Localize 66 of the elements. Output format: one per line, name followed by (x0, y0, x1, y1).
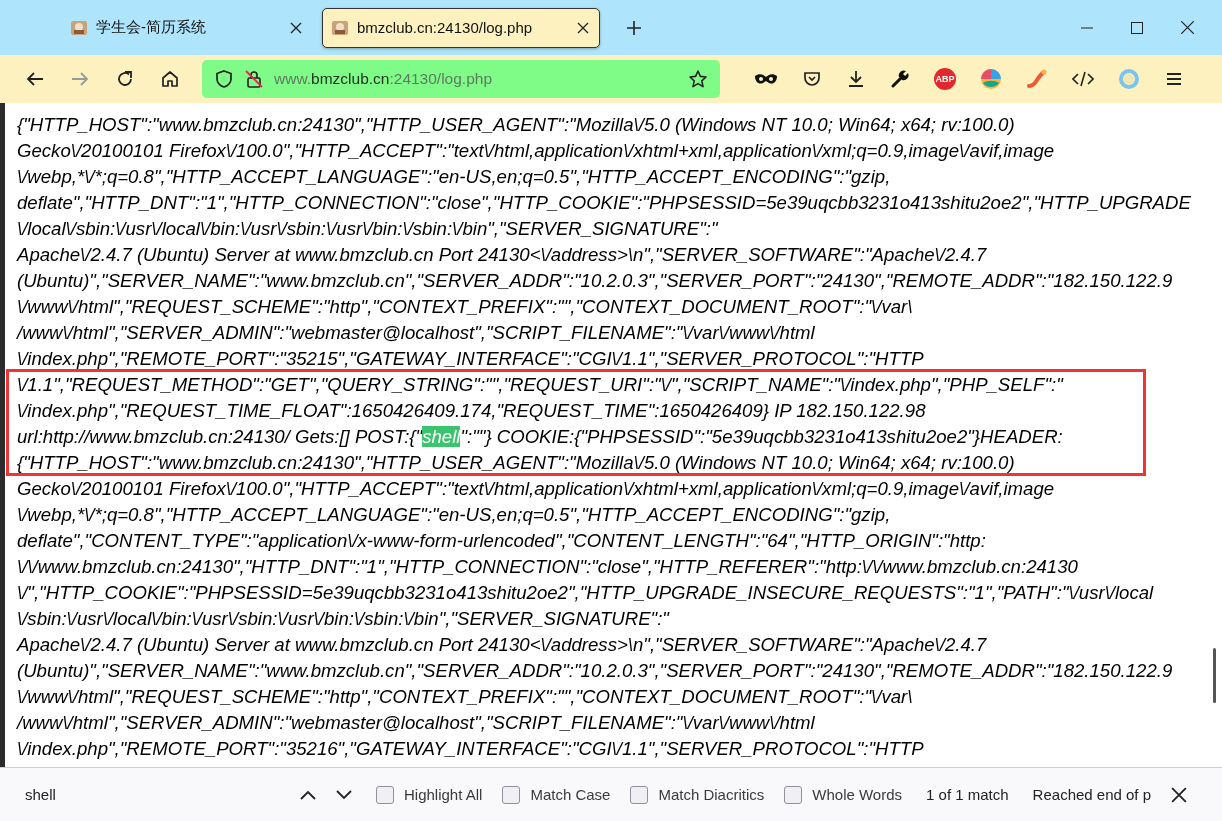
favicon-icon (331, 18, 349, 37)
search-match: shell (422, 426, 461, 447)
log-line: \/sbin:\/usr\/local\/bin:\/usr\/sbin:\/usr\/bin:\/sbin:\/bin","SERVER_SIGNATURE":" (17, 607, 671, 631)
log-line: ":""} COOKIE:{"PHPSESSID":"5e39uqcbb3231o413shitu2oe2"}HEADER: (460, 426, 1063, 447)
log-line: \/index.php","REQUEST_TIME_FLOAT":1650426409.174,"REQUEST_TIME":1650426409} IP 182.150.122.98 (17, 399, 927, 423)
insecure-lock-icon[interactable] (244, 69, 264, 89)
wrench-icon[interactable] (890, 69, 910, 89)
find-status: Reached end of p (1032, 786, 1152, 803)
mask-icon[interactable] (754, 72, 778, 86)
checkbox[interactable] (630, 785, 649, 804)
log-line: url:http://www.bmzclub.cn:24130/ Gets:[] POST:{" (17, 426, 423, 447)
log-line: deflate","HTTP_DNT":"1","HTTP_CONNECTION":"close","HTTP_COOKIE":"PHPSESSID=5e39uqcbb3231o413shitu2oe2","HTTP_UPGRADE (17, 191, 1192, 215)
close-icon[interactable] (290, 21, 302, 34)
option-label[interactable]: Whole Words (812, 786, 903, 803)
adblock-icon[interactable]: ABP (934, 68, 956, 90)
log-line: Gecko\/20100101 Firefox\/100.0","HTTP_ACCEPT":"text\/html,application\/xhtml+xml,application\/xml;q=0.9,image\/avif,image (17, 477, 1056, 501)
log-line: \/local\/sbin:\/usr\/local\/bin:\/usr\/sbin:\/usr\/bin:\/sbin:\/bin","SERVER_SIGNATURE":" (17, 217, 720, 241)
pocket-icon[interactable] (802, 69, 822, 89)
maximize-icon[interactable] (1131, 21, 1143, 34)
next-match-icon[interactable] (336, 789, 352, 800)
log-line: \/\/www.bmzclub.cn:24130","HTTP_DNT":"1","HTTP_CONNECTION":"close","HTTP_REFERER":"http:\/\/www.bmzclub.cn:24130 (17, 555, 1079, 579)
find-field[interactable]: shell (10, 780, 280, 809)
address-bar[interactable]: www.bmzclub.cn:24130/log.php (202, 60, 720, 98)
log-line: \/www\/html","REQUEST_SCHEME":"http","CONTEXT_PREFIX":"","CONTEXT_DOCUMENT_ROOT":"\/var\ (17, 295, 914, 319)
code-icon[interactable] (1072, 69, 1094, 89)
home-icon[interactable] (160, 69, 180, 89)
match-count: 1 of 1 match (926, 786, 1009, 803)
checkbox[interactable] (376, 785, 394, 804)
log-line: Apache\/2.4.7 (Ubuntu) Server at www.bmzclub.cn Port 24130<\/address>\n","SERVER_SOFTWARE":"Apache\/2.4.7 (17, 633, 988, 657)
log-line: (Ubuntu)","SERVER_NAME":"www.bmzclub.cn","SERVER_ADDR":"10.2.0.3","SERVER_PORT":"24130","REMOTE_ADDR":"182.150.122.9 (17, 269, 1174, 293)
url-text: www.bmzclub.cn:24130/log.php (274, 70, 494, 88)
log-line: deflate","CONTENT_TYPE":"application\/x-www-form-urlencoded","CONTENT_LENGTH":"64","HTTP_ORIGIN":"http: (17, 529, 987, 553)
option-label[interactable]: Match Case (530, 786, 611, 803)
log-line: \/webp,*\/*;q=0.8","HTTP_ACCEPT_LANGUAGE":"en-US,en;q=0.5","HTTP_ACCEPT_ENCODING":"gzip, (17, 503, 892, 527)
browser-tab[interactable]: 学生会-简历系统 (62, 7, 312, 48)
log-line: Gecko\/20100101 Firefox\/100.0","HTTP_ACCEPT":"text\/html,application\/xhtml+xml,application\/xml;q=0.9,image\/avif,image (17, 139, 1056, 163)
new-tab-icon[interactable] (626, 19, 642, 36)
log-line: \/index.php","REMOTE_PORT":"35215","GATEWAY_INTERFACE":"CGI\/1.1","SERVER_PROTOCOL":"HTTP (17, 347, 925, 371)
download-icon[interactable] (846, 69, 866, 89)
log-line: {"HTTP_HOST":"www.bmzclub.cn:24130","HTTP_USER_AGENT":"Mozilla\/5.0 (Windows NT 10.0; Win64; x64; rv:100.0) (17, 113, 1016, 137)
log-line: \/1.1","REQUEST_METHOD":"GET","QUERY_STRING":"","REQUEST_URI":"\/","SCRIPT_NAME":"\/index.php","PHP_SELF":" (17, 373, 1065, 397)
log-line: (Ubuntu)","SERVER_NAME":"www.bmzclub.cn","SERVER_ADDR":"10.2.0.3","SERVER_PORT":"24130","REMOTE_ADDR":"182.150.122.9 (17, 659, 1174, 683)
bookmark-star-icon[interactable] (688, 69, 708, 89)
log-line: /www\/html","SERVER_ADMIN":"webmaster@localhost","SCRIPT_FILENAME":"\/var\/www\/html (17, 711, 816, 735)
colorful-globe-icon[interactable] (980, 68, 1002, 90)
log-line: \/index.php","REMOTE_PORT":"35216","GATEWAY_INTERFACE":"CGI\/1.1","SERVER_PROTOCOL":"HTTP (17, 737, 925, 761)
log-line: /www\/html","SERVER_ADMIN":"webmaster@localhost","SCRIPT_FILENAME":"\/var\/www\/html (17, 321, 816, 345)
checkbox[interactable] (502, 785, 521, 804)
shield-icon[interactable] (214, 69, 234, 89)
log-line: \/www\/html","REQUEST_SCHEME":"http","CONTEXT_PREFIX":"","CONTEXT_DOCUMENT_ROOT":"\/var\ (17, 685, 914, 709)
log-line: Apache\/2.4.7 (Ubuntu) Server at www.bmzclub.cn Port 24130<\/address>\n","SERVER_SOFTWARE":"Apache\/2.4.7 (17, 243, 988, 267)
scrollbar-thumb[interactable] (1213, 648, 1216, 703)
option-label[interactable]: Highlight All (404, 786, 483, 803)
log-line: \/webp,*\/*;q=0.8","HTTP_ACCEPT_LANGUAGE":"en-US,en;q=0.5","HTTP_ACCEPT_ENCODING":"gzip, (17, 165, 892, 189)
log-line: {"HTTP_HOST":"www.bmzclub.cn:24130","HTTP_USER_AGENT":"Mozilla\/5.0 (Windows NT 10.0; Win64; x64; rv:100.0) (17, 451, 1016, 475)
checkbox[interactable] (784, 785, 803, 804)
browser-tab[interactable]: bmzclub.cn:24130/log.php (322, 7, 600, 48)
favicon-icon (70, 18, 88, 37)
option-label[interactable]: Match Diacritics (658, 786, 765, 803)
close-icon[interactable] (1171, 786, 1188, 803)
previous-match-icon[interactable] (300, 789, 316, 800)
worm-icon[interactable] (1026, 68, 1048, 90)
log-line: \/","HTTP_COOKIE":"PHPSESSID=5e39uqcbb3231o413shitu2oe2","HTTP_UPGRADE_INSECURE_REQUESTS":"1","PATH":"\/usr\/local (17, 581, 1155, 605)
close-icon[interactable] (577, 21, 589, 34)
close-icon[interactable] (1181, 21, 1194, 34)
reload-icon[interactable] (115, 69, 135, 89)
